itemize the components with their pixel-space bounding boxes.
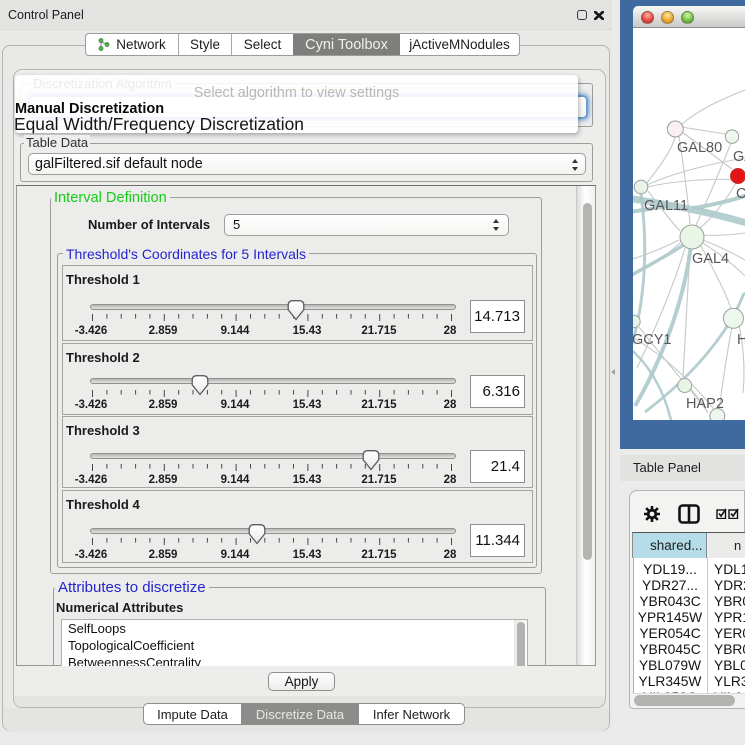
svg-text:GA: GA [733,149,745,165]
svg-text:GCY1: GCY1 [633,332,672,348]
svg-text:H: H [737,332,745,348]
svg-text:C: C [736,186,745,202]
svg-text:GAL11: GAL11 [644,198,688,214]
svg-text:GAL80: GAL80 [677,140,722,156]
svg-text:HAP2: HAP2 [686,396,724,412]
svg-text:GAL4: GAL4 [692,251,729,267]
